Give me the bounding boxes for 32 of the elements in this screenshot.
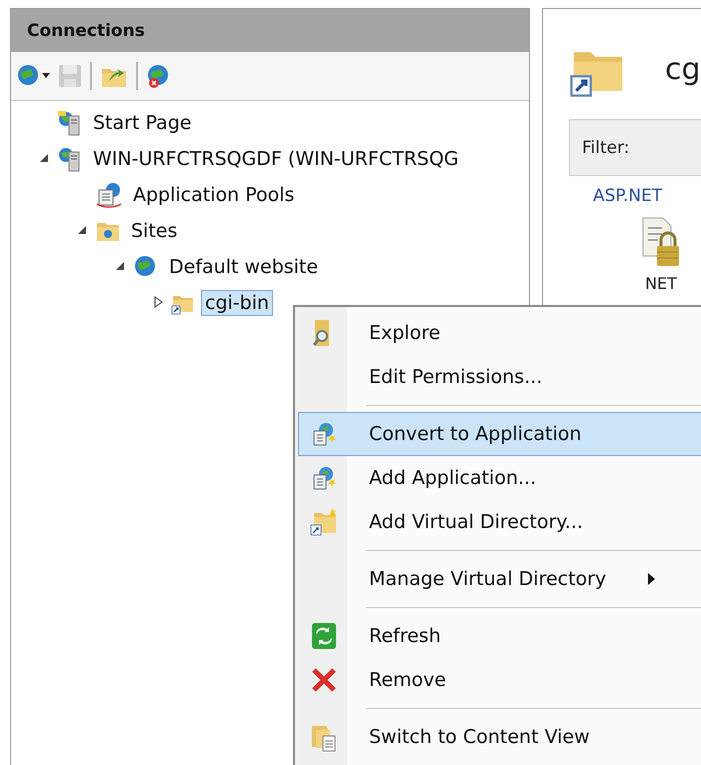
group-header: ASP.NET [593, 186, 664, 206]
panel-title: Connections [11, 9, 529, 52]
expander-icon[interactable] [39, 153, 49, 163]
menu-item[interactable]: Remove [298, 658, 701, 702]
expander-icon[interactable] [154, 296, 162, 308]
menu-item[interactable]: Manage Virtual Directory [298, 557, 701, 601]
application-pools-icon [95, 182, 123, 208]
menu-item[interactable]: Refresh [298, 614, 701, 658]
application-icon [311, 465, 337, 491]
new-virtual-directory-icon [310, 507, 338, 537]
tree-item[interactable]: Default website [165, 254, 322, 280]
menu-item[interactable]: Explore [298, 311, 701, 355]
tree-item[interactable]: Start Page [89, 110, 196, 136]
application-icon [311, 421, 337, 447]
refresh-icon [311, 622, 337, 650]
tree-item[interactable]: WIN-URFCTRSQGDF (WIN-URFCTRSQG [89, 146, 463, 172]
page-title: cg [665, 52, 701, 86]
menu-item[interactable]: Add Application... [298, 456, 701, 500]
filter-label: Filter: [582, 138, 630, 158]
menu-item[interactable]: Add Virtual Directory... [298, 500, 701, 544]
expander-icon[interactable] [77, 225, 87, 235]
feature-label[interactable]: NET [645, 274, 677, 293]
tree-item[interactable]: cgi-bin [201, 290, 274, 316]
expander-icon[interactable] [115, 261, 125, 271]
submenu-arrow-icon [648, 573, 656, 585]
menu-item[interactable]: Edit Permissions... [298, 355, 701, 399]
menu-item[interactable]: Convert to Application [298, 412, 701, 456]
remove-icon [311, 667, 337, 693]
tree-item[interactable]: Sites [127, 218, 182, 244]
dropdown-caret-icon[interactable] [42, 73, 50, 79]
tree-item[interactable]: Application Pools [129, 182, 298, 208]
menu-item[interactable]: Switch to Content View [298, 715, 701, 759]
